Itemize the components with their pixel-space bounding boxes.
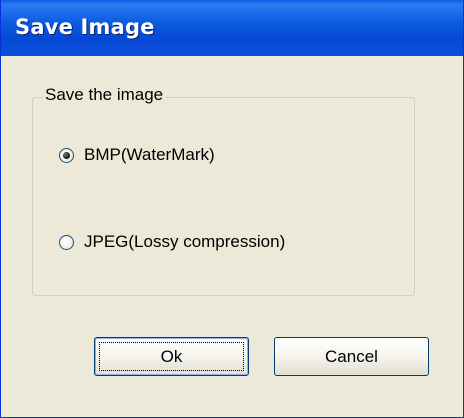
focus-rect [99, 342, 244, 371]
ok-button[interactable]: Ok [94, 337, 249, 376]
cancel-button[interactable]: Cancel [274, 337, 429, 376]
radio-selected-dot [63, 151, 70, 159]
group-label: Save the image [42, 85, 167, 105]
dialog-body: Save the image BMP(WaterMark) JPEG(Lossy… [4, 56, 460, 414]
title-bar[interactable]: Save Image [1, 0, 463, 56]
radio-jpeg-button[interactable] [59, 234, 74, 250]
save-options-group [32, 97, 415, 296]
save-image-dialog: Save Image Save the image BMP(WaterMark)… [0, 0, 464, 418]
cancel-button-label: Cancel [325, 346, 378, 366]
radio-bmp-button[interactable] [59, 147, 74, 163]
radio-bmp-label[interactable]: BMP(WaterMark) [84, 145, 215, 165]
radio-jpeg-label[interactable]: JPEG(Lossy compression) [84, 232, 285, 252]
radio-bmp[interactable]: BMP(WaterMark) [59, 145, 215, 165]
radio-jpeg[interactable]: JPEG(Lossy compression) [59, 232, 285, 252]
dialog-title: Save Image [15, 15, 155, 39]
